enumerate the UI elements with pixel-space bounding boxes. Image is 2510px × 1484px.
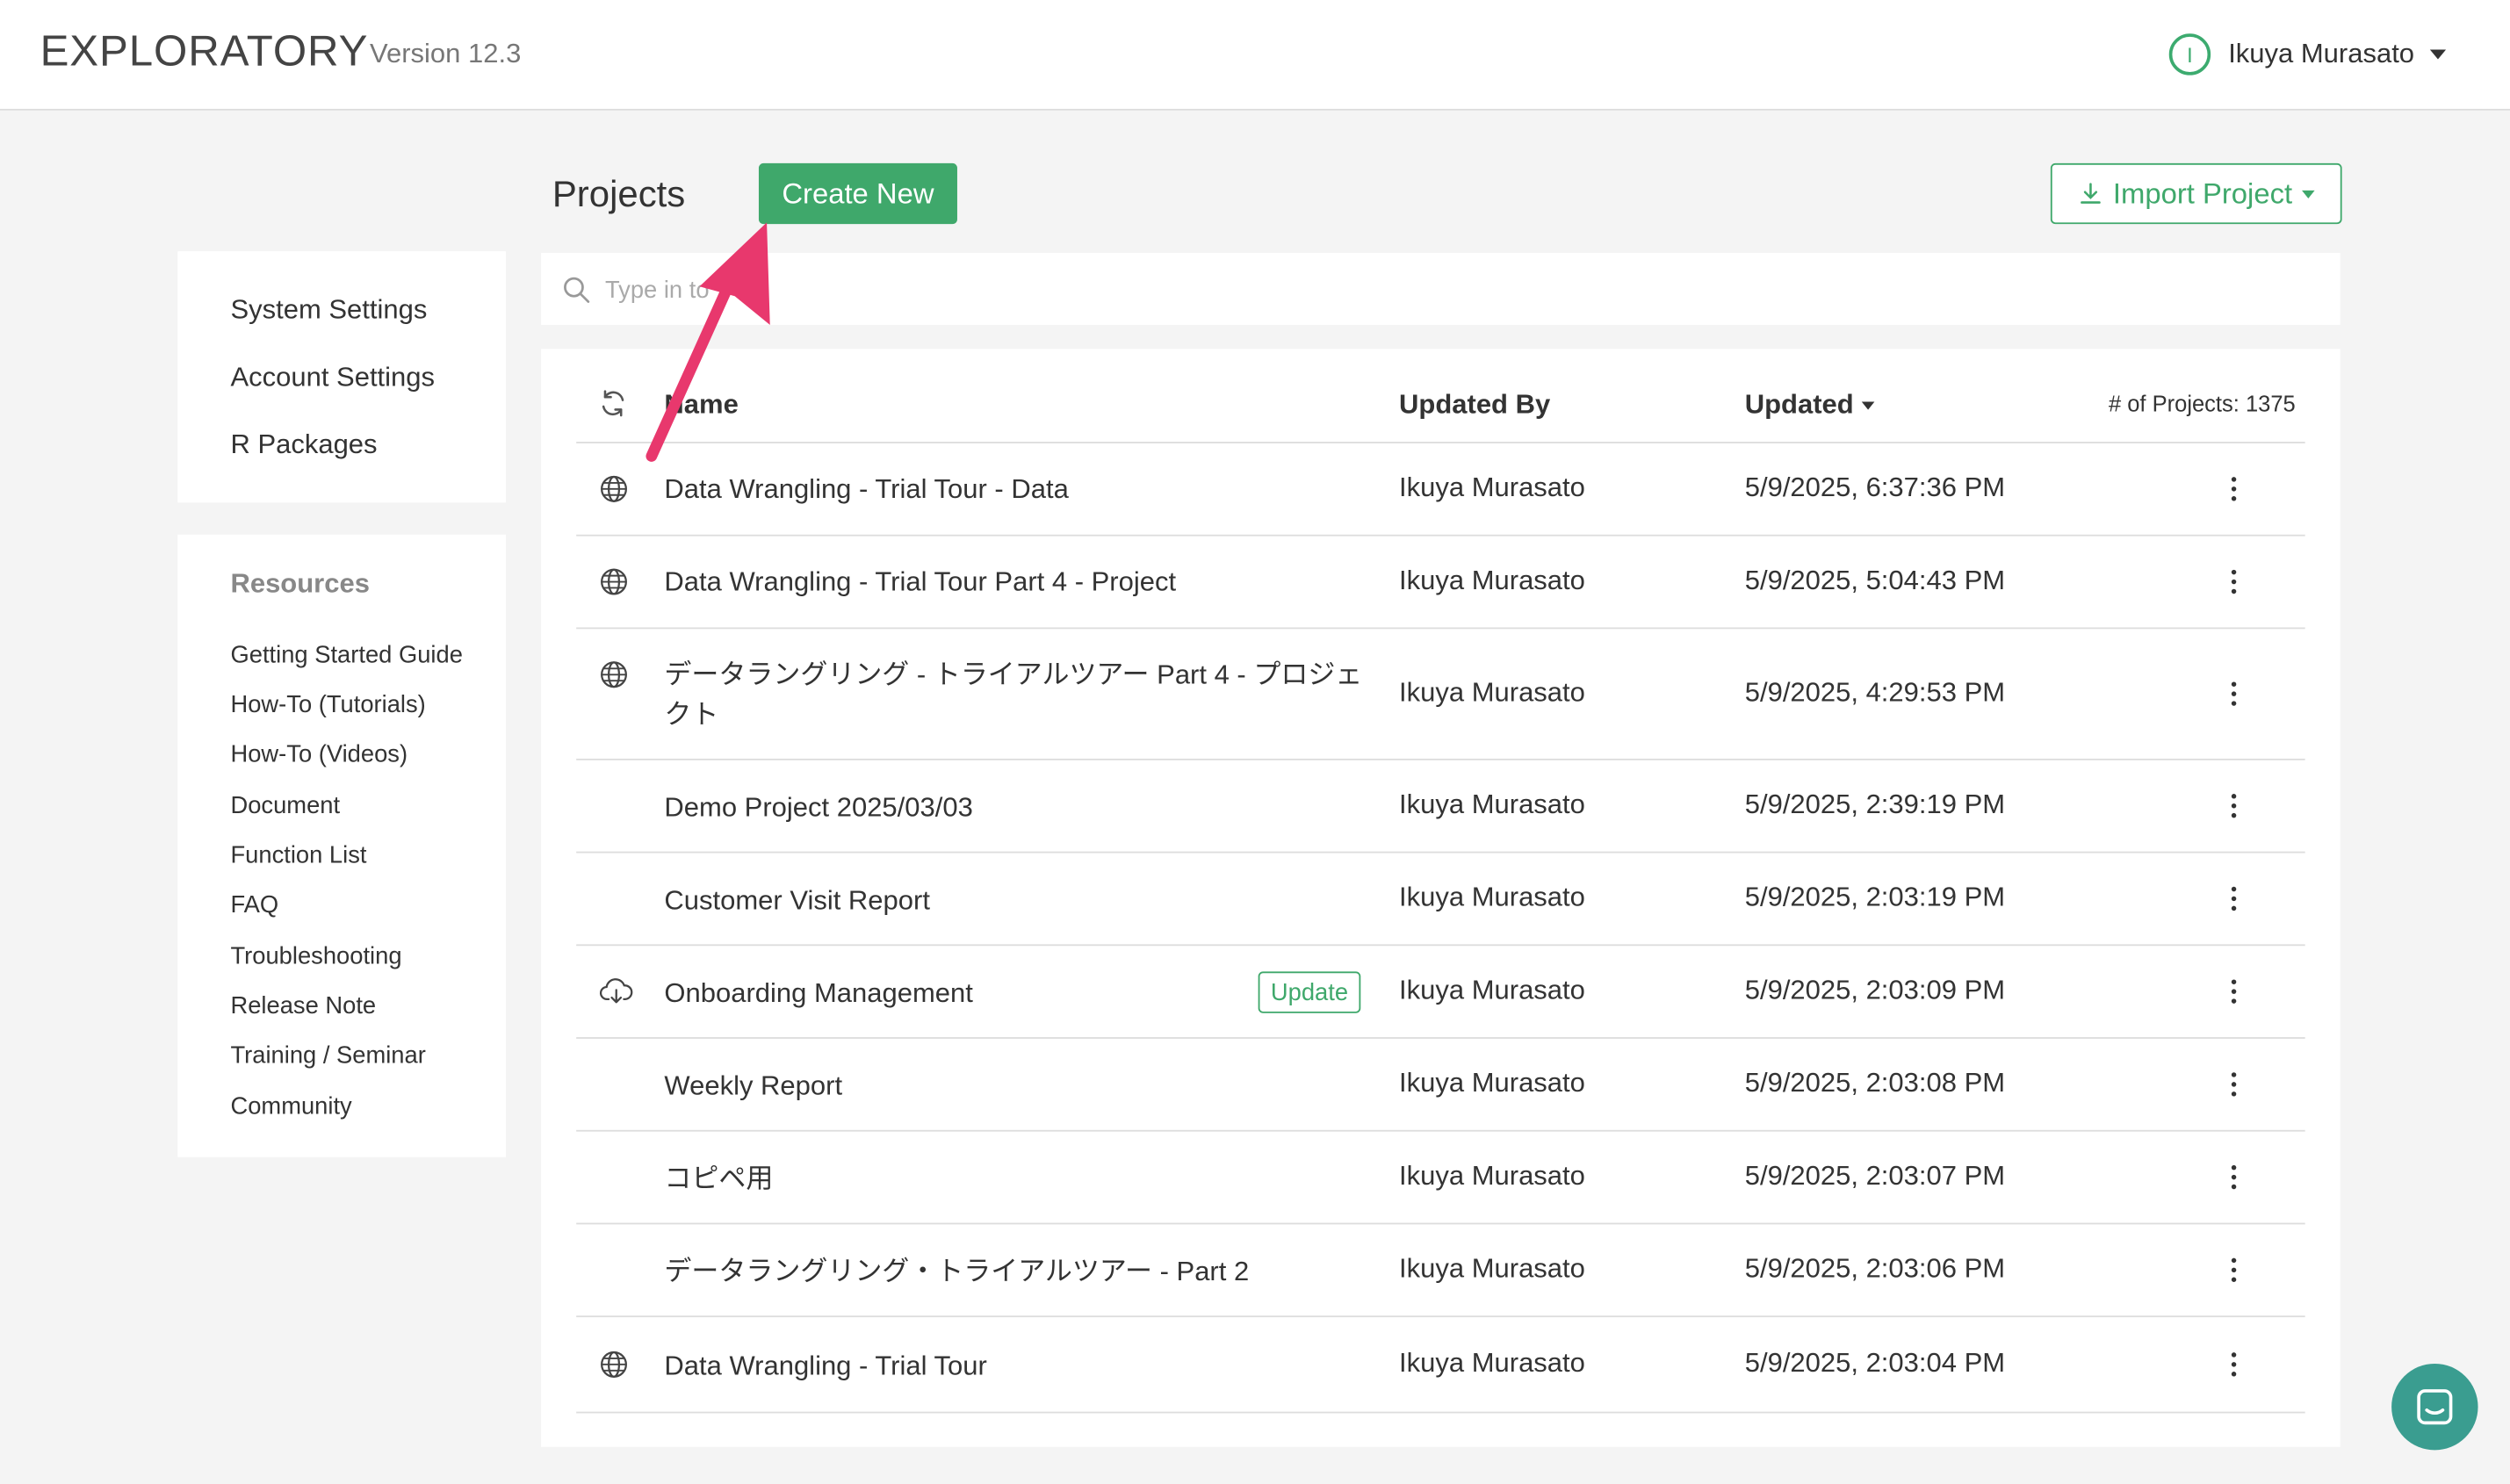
resource-link-tutorials[interactable]: How-To (Tutorials) [230,691,425,718]
more-vertical-icon[interactable] [2225,1352,2241,1381]
project-name[interactable]: Data Wrangling - Trial Tour - Data [664,469,1068,509]
column-header-updated[interactable]: Updated [1745,389,1875,421]
top-bar: EXPLORATORY Version 12.3 I Ikuya Murasat… [0,0,2510,111]
table-row[interactable]: コピペ用 Ikuya Murasato 5/9/2025, 2:03:07 PM [576,1130,2305,1225]
table-row[interactable]: Customer Visit Report Ikuya Murasato 5/9… [576,852,2305,947]
column-header-updated-by[interactable]: Updated By [1399,389,1550,421]
project-updated: 5/9/2025, 2:03:06 PM [1744,1253,2006,1284]
project-updated-by: Ikuya Murasato [1399,472,1585,503]
project-updated: 5/9/2025, 6:37:36 PM [1744,472,2006,503]
more-vertical-icon[interactable] [2225,886,2241,916]
more-vertical-icon[interactable] [2225,979,2241,1008]
sidebar-item-r-packages[interactable]: R Packages [230,429,377,460]
user-name: Ikuya Murasato [2228,38,2415,69]
project-updated-by: Ikuya Murasato [1399,975,1585,1005]
more-vertical-icon[interactable] [2225,1164,2241,1194]
project-updated: 5/9/2025, 2:03:08 PM [1744,1067,2006,1099]
table-row[interactable]: Demo Project 2025/03/03 Ikuya Murasato 5… [576,759,2305,854]
project-updated-by: Ikuya Murasato [1399,1347,1585,1379]
search-input[interactable] [602,265,2305,314]
user-avatar: I [2168,33,2211,76]
project-updated-by: Ikuya Murasato [1399,882,1585,912]
table-row[interactable]: データラングリング - トライアルツアー Part 4 - プロジェクト Iku… [576,627,2305,760]
sidebar-item-system-settings[interactable]: System Settings [230,294,427,326]
table-row[interactable]: Data Wrangling - Trial Tour - Data Ikuya… [576,442,2305,537]
table-row[interactable]: データラングリング・トライアルツアー - Part 2 Ikuya Murasa… [576,1223,2305,1318]
globe-icon [601,1351,627,1378]
project-name[interactable]: データラングリング - トライアルツアー Part 4 - プロジェクト [664,654,1368,734]
project-updated-by: Ikuya Murasato [1399,1253,1585,1284]
project-updated: 5/9/2025, 2:03:07 PM [1744,1160,2006,1192]
table-row[interactable]: Onboarding Management Update Ikuya Muras… [576,944,2305,1039]
app-version: Version 12.3 [370,38,522,69]
project-name[interactable]: Customer Visit Report [664,880,930,920]
search-icon [564,277,590,303]
globe-icon [601,568,627,595]
project-updated-by: Ikuya Murasato [1399,789,1585,820]
project-name[interactable]: Data Wrangling - Trial Tour [664,1346,986,1387]
resource-link-community[interactable]: Community [230,1093,351,1120]
project-name[interactable]: Onboarding Management [664,973,972,1013]
resource-link-function-list[interactable]: Function List [230,842,366,869]
project-updated-by: Ikuya Murasato [1399,1160,1585,1192]
resource-link-release-note[interactable]: Release Note [230,992,376,1019]
project-updated: 5/9/2025, 2:03:09 PM [1744,975,2006,1005]
project-updated: 5/9/2025, 4:29:53 PM [1744,677,2006,708]
globe-icon [601,661,627,688]
more-vertical-icon[interactable] [2225,794,2241,823]
project-name[interactable]: コピペ用 [664,1159,773,1199]
download-icon [2081,183,2101,204]
chevron-down-icon [2430,49,2447,60]
chat-button[interactable] [2391,1363,2478,1451]
resource-link-troubleshooting[interactable]: Troubleshooting [230,943,401,970]
project-name[interactable]: データラングリング・トライアルツアー - Part 2 [664,1251,1249,1292]
create-new-button[interactable]: Create New [758,162,957,225]
project-name[interactable]: Weekly Report [664,1066,842,1106]
project-updated: 5/9/2025, 2:03:19 PM [1744,882,2006,912]
chevron-down-icon [2302,189,2315,198]
table-header: Name Updated By Updated # of Projects: 1… [576,349,2305,443]
project-updated: 5/9/2025, 2:03:04 PM [1744,1347,2006,1379]
more-vertical-icon[interactable] [2225,681,2241,710]
annotation-arrow-icon [646,222,770,462]
table-row[interactable]: Data Wrangling - Trial Tour Ikuya Murasa… [576,1315,2305,1414]
import-project-button[interactable]: Import Project [2050,162,2342,225]
more-vertical-icon[interactable] [2225,477,2241,506]
table-row[interactable]: Data Wrangling - Trial Tour Part 4 - Pro… [576,535,2305,630]
sidebar-item-account-settings[interactable]: Account Settings [230,362,435,393]
project-updated-by: Ikuya Murasato [1399,1067,1585,1099]
search-bar [541,252,2341,326]
projects-table: Name Updated By Updated # of Projects: 1… [541,349,2341,1447]
resources-panel: Resources Getting Started Guide How-To (… [177,534,506,1157]
update-badge[interactable]: Update [1258,971,1361,1013]
column-header-updated-label: Updated [1744,388,1854,420]
more-vertical-icon[interactable] [2225,1257,2241,1287]
settings-panel: System Settings Account Settings R Packa… [177,251,506,503]
project-updated: 5/9/2025, 2:39:19 PM [1744,789,2006,820]
project-updated: 5/9/2025, 5:04:43 PM [1744,565,2006,596]
cloud-download-icon [599,978,633,1004]
app-logo[interactable]: EXPLORATORY [40,27,369,77]
resource-link-getting-started[interactable]: Getting Started Guide [230,642,462,669]
project-name[interactable]: Data Wrangling - Trial Tour Part 4 - Pro… [664,562,1176,602]
resource-link-videos[interactable]: How-To (Videos) [230,741,408,768]
user-menu[interactable]: I Ikuya Murasato [2168,32,2447,76]
sort-desc-icon [1861,401,1875,410]
chat-icon [2417,1389,2453,1425]
more-vertical-icon[interactable] [2225,1072,2241,1101]
table-row[interactable]: Weekly Report Ikuya Murasato 5/9/2025, 2… [576,1037,2305,1132]
project-name[interactable]: Demo Project 2025/03/03 [664,788,972,828]
resources-heading: Resources [230,568,370,599]
project-updated-by: Ikuya Murasato [1399,565,1585,596]
project-updated-by: Ikuya Murasato [1399,677,1585,708]
import-project-label: Import Project [2112,176,2293,209]
resource-link-faq[interactable]: FAQ [230,891,278,918]
globe-icon [601,475,627,502]
refresh-icon[interactable] [599,389,628,418]
more-vertical-icon[interactable] [2225,569,2241,599]
resource-link-training[interactable]: Training / Seminar [230,1042,425,1070]
resource-link-document[interactable]: Document [230,792,340,819]
project-count: # of Projects: 1375 [2108,390,2296,416]
page-title: Projects [552,172,686,215]
